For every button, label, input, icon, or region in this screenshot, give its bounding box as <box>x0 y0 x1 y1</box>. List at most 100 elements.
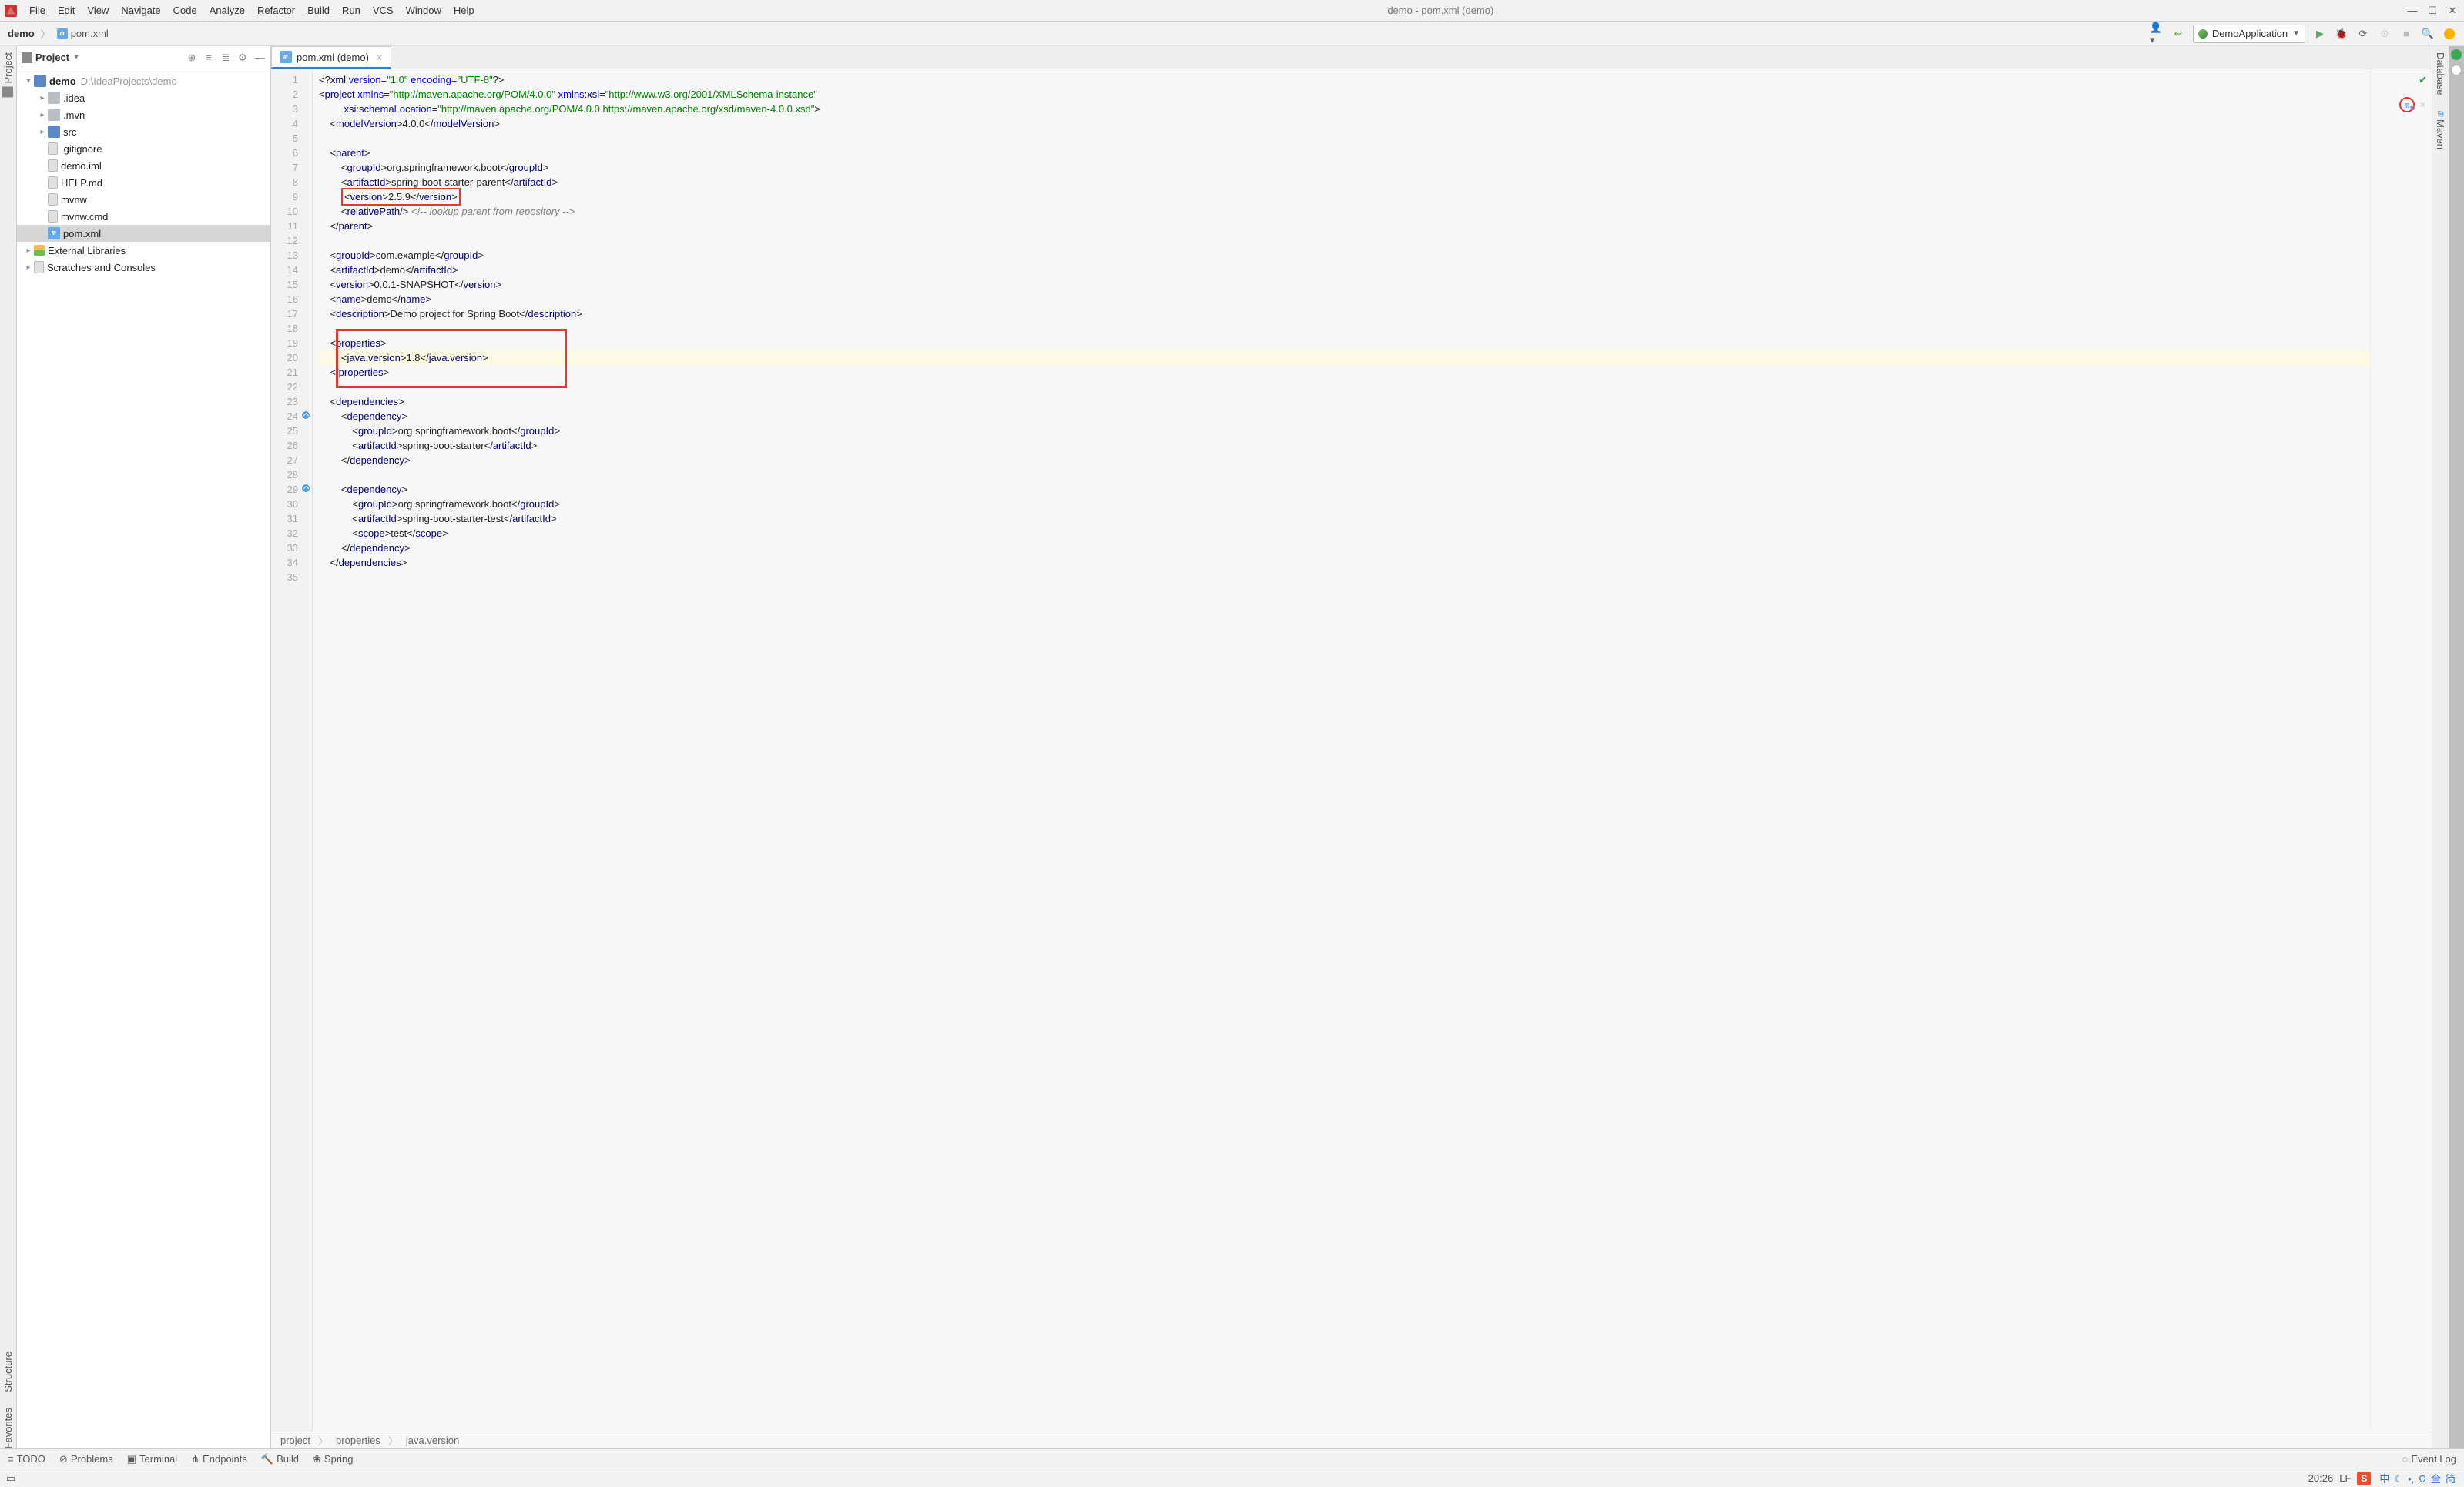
menu-file[interactable]: File <box>23 5 52 16</box>
tool-build[interactable]: 🔨Build <box>261 1453 299 1465</box>
folder-blue-icon <box>48 126 60 138</box>
profile-button[interactable]: ⏲ <box>2378 27 2392 41</box>
tree-node[interactable]: ▸mvnw <box>17 191 270 208</box>
line-ending[interactable]: LF <box>2339 1472 2351 1484</box>
tray-glyph[interactable]: 全 <box>2431 1473 2441 1485</box>
navigation-bar: demo 〉 m pom.xml 👤▾ ↩ DemoApplication ▼ … <box>0 22 2464 46</box>
maximize-icon[interactable]: ☐ <box>2427 5 2438 16</box>
hide-icon[interactable]: — <box>253 52 266 64</box>
tray-glyph[interactable]: •, <box>2408 1473 2414 1485</box>
settings-icon[interactable]: ⚙ <box>236 52 249 64</box>
menu-analyze[interactable]: Analyze <box>203 5 251 16</box>
left-tool-rail: Project Structure Favorites <box>0 46 17 1448</box>
maven-reload-icon[interactable]: m <box>2399 97 2415 112</box>
run-button[interactable]: ▶ <box>2313 27 2327 41</box>
code-editor[interactable]: <?xml version="1.0" encoding="UTF-8"?><p… <box>313 69 2370 1432</box>
folder-blue-icon <box>34 75 46 87</box>
breadcrumb-file[interactable]: pom.xml <box>71 28 109 39</box>
tray-glyph[interactable]: ☾ <box>2394 1473 2403 1485</box>
close-hint-icon[interactable]: × <box>2420 99 2425 110</box>
expand-all-icon[interactable]: ≡ <box>203 52 215 64</box>
stop-button[interactable]: ■ <box>2399 27 2413 41</box>
tool-todo[interactable]: ≡TODO <box>8 1453 45 1465</box>
close-tab-icon[interactable]: × <box>377 52 383 63</box>
favorites-tool-tab[interactable]: Favorites <box>2 1408 14 1448</box>
editor-breadcrumb-item[interactable]: properties <box>336 1435 380 1446</box>
structure-tool-tab[interactable]: Structure <box>2 1351 14 1392</box>
maven-file-icon: m <box>280 51 292 63</box>
event-log-button[interactable]: ◌Event Log <box>2402 1453 2456 1465</box>
tray-glyph[interactable]: 中 <box>2379 1473 2389 1485</box>
tree-node[interactable]: ▾demoD:\IdeaProjects\demo <box>17 72 270 89</box>
gutter-nav-icon[interactable] <box>301 410 310 420</box>
tree-node[interactable]: ▸mvnw.cmd <box>17 208 270 225</box>
breadcrumb[interactable]: demo 〉 m pom.xml <box>8 26 109 41</box>
maven-tool-tab[interactable]: mMaven <box>2435 111 2446 150</box>
project-tool-tab[interactable]: Project <box>2 52 14 97</box>
tree-node-label: HELP.md <box>61 177 102 189</box>
editor-breadcrumb[interactable]: project〉properties〉java.version <box>271 1432 2432 1448</box>
tree-node-label: demo <box>49 75 76 87</box>
coverage-button[interactable]: ⟳ <box>2356 27 2370 41</box>
file-icon <box>48 176 58 189</box>
menu-code[interactable]: Code <box>167 5 203 16</box>
ime-icon[interactable]: S <box>2357 1472 2371 1485</box>
ide-update-icon[interactable] <box>2442 27 2456 41</box>
tool-problems[interactable]: ⊘Problems <box>59 1453 113 1465</box>
database-tool-tab[interactable]: Database <box>2435 52 2446 95</box>
tree-node[interactable]: ▸.idea <box>17 89 270 106</box>
tool-spring[interactable]: ❀Spring <box>313 1453 353 1465</box>
minimize-icon[interactable]: — <box>2407 5 2418 16</box>
menu-bar: FileEditViewNavigateCodeAnalyzeRefactorB… <box>0 0 2464 22</box>
tree-node[interactable]: ▸mpom.xml <box>17 225 270 242</box>
folder-icon <box>48 92 60 104</box>
tree-node[interactable]: ▸HELP.md <box>17 174 270 191</box>
inspection-gutter[interactable]: ✔ m × <box>2370 69 2432 1432</box>
editor-breadcrumb-item[interactable]: project <box>280 1435 310 1446</box>
maven-file-icon: m <box>57 28 68 39</box>
menu-view[interactable]: View <box>81 5 115 16</box>
tray-glyph[interactable]: Ω <box>2419 1473 2426 1485</box>
caret-position[interactable]: 20:26 <box>2308 1472 2334 1484</box>
line-gutter[interactable]: 1234567891011121314151617181920212223242… <box>271 69 313 1432</box>
close-icon[interactable]: ✕ <box>2447 5 2458 16</box>
tray-glyph[interactable]: 简 <box>2446 1473 2456 1485</box>
right-tool-rail: Database mMaven <box>2432 46 2449 1448</box>
menu-edit[interactable]: Edit <box>52 5 81 16</box>
run-configuration-selector[interactable]: DemoApplication ▼ <box>2193 25 2305 43</box>
tree-node[interactable]: ▸.gitignore <box>17 140 270 157</box>
chevron-down-icon[interactable]: ▼ <box>72 53 80 62</box>
breadcrumb-root[interactable]: demo <box>8 28 35 39</box>
menu-navigate[interactable]: Navigate <box>115 5 166 16</box>
debug-button[interactable]: 🐞 <box>2335 27 2348 41</box>
menu-vcs[interactable]: VCS <box>367 5 400 16</box>
collapse-all-icon[interactable]: ≣ <box>220 52 232 64</box>
search-icon[interactable]: 🔍 <box>2421 27 2435 41</box>
editor-breadcrumb-item[interactable]: java.version <box>406 1435 459 1446</box>
gutter-nav-icon[interactable] <box>301 484 310 493</box>
menu-run[interactable]: Run <box>336 5 367 16</box>
project-icon <box>3 86 14 97</box>
file-icon <box>48 210 58 223</box>
menu-refactor[interactable]: Refactor <box>251 5 301 16</box>
project-panel: Project▼ ⊕ ≡ ≣ ⚙ — ▾demoD:\IdeaProjects\… <box>17 46 271 1448</box>
menu-help[interactable]: Help <box>448 5 481 16</box>
back-icon[interactable]: ↩ <box>2171 27 2185 41</box>
tree-node[interactable]: ▸Scratches and Consoles <box>17 259 270 276</box>
tree-node[interactable]: ▸External Libraries <box>17 242 270 259</box>
inspection-ok-icon: ✔ <box>2419 74 2427 86</box>
editor-tab-pom[interactable]: m pom.xml (demo) × <box>271 46 391 69</box>
tool-endpoints[interactable]: ⋔Endpoints <box>191 1453 247 1465</box>
project-panel-header: Project▼ ⊕ ≡ ≣ ⚙ — <box>17 46 270 69</box>
tool-terminal[interactable]: ▣Terminal <box>127 1453 177 1465</box>
tree-node[interactable]: ▸demo.iml <box>17 157 270 174</box>
menu-window[interactable]: Window <box>400 5 448 16</box>
project-tree[interactable]: ▾demoD:\IdeaProjects\demo▸.idea▸.mvn▸src… <box>17 69 270 1448</box>
locate-icon[interactable]: ⊕ <box>186 52 198 64</box>
user-icon[interactable]: 👤▾ <box>2150 27 2164 41</box>
os-indicator-icon <box>2451 65 2462 75</box>
tree-node[interactable]: ▸src <box>17 123 270 140</box>
tree-node[interactable]: ▸.mvn <box>17 106 270 123</box>
quick-access-icon[interactable]: ▭ <box>6 1472 15 1485</box>
menu-build[interactable]: Build <box>301 5 336 16</box>
